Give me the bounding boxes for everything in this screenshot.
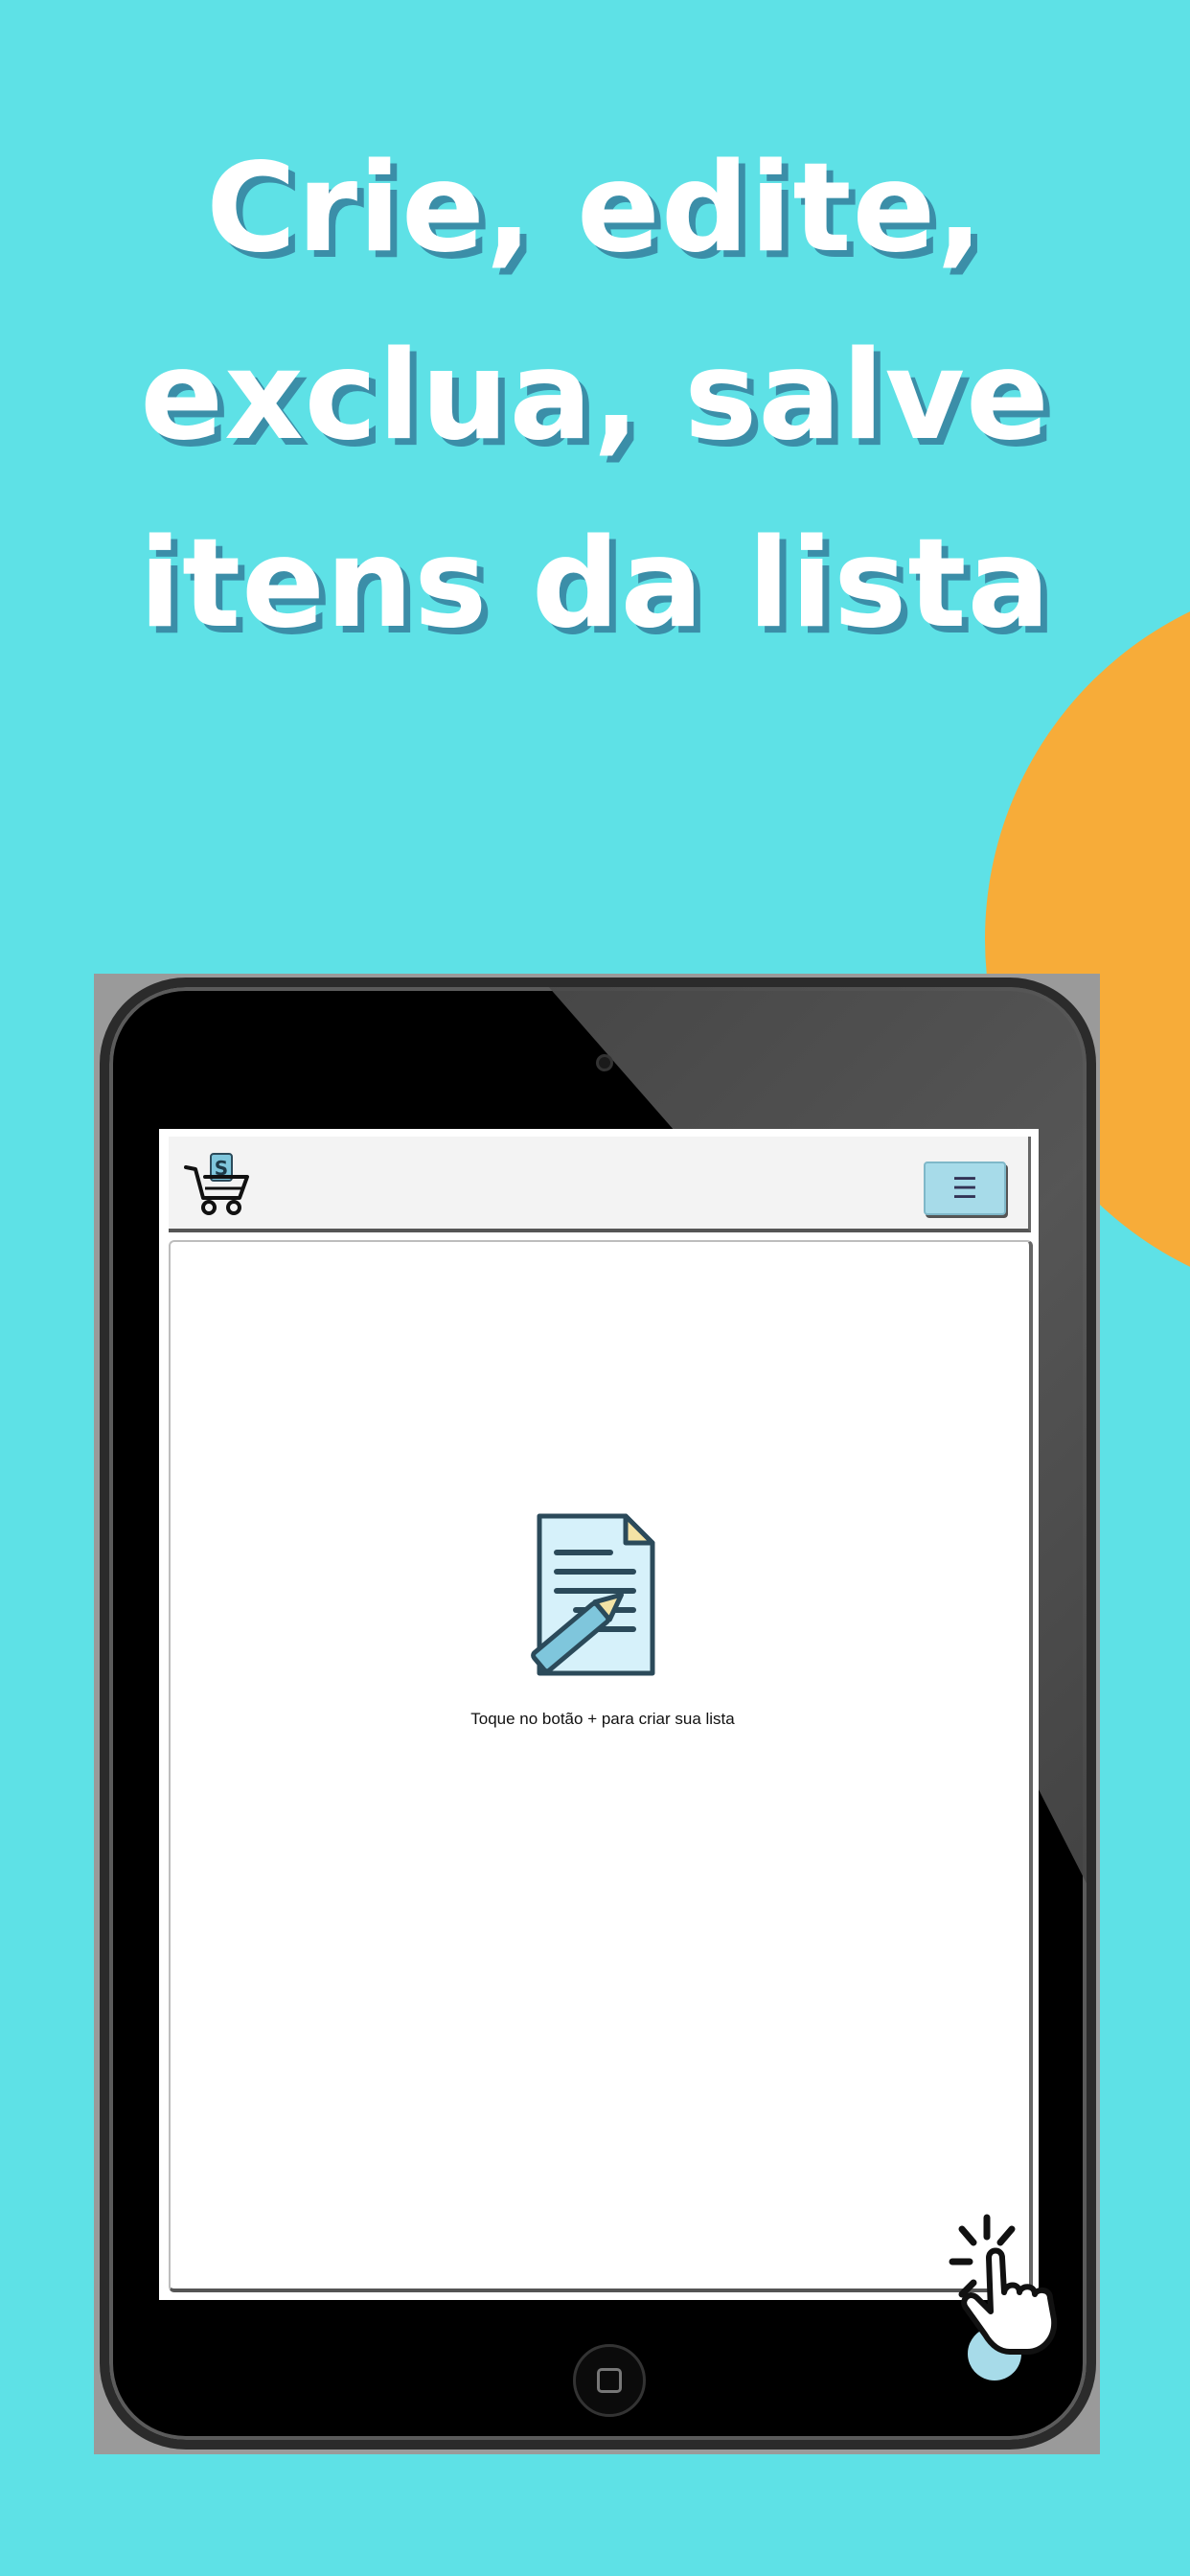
camera-icon: [596, 1054, 613, 1071]
list-content-area: Toque no botão + para criar sua lista: [169, 1240, 1033, 2380]
tablet-screen: S ☰ Toque no botão + para criar sua list…: [159, 1129, 1039, 2380]
document-pencil-icon: [531, 1513, 655, 1676]
hamburger-menu-button[interactable]: ☰: [924, 1162, 1006, 1215]
app-header: S ☰: [169, 1137, 1031, 1232]
tap-hand-icon: [949, 2214, 1058, 2355]
promo-page: Crie, edite, exclua, salve itens da list…: [0, 0, 1190, 2576]
hamburger-menu-icon: ☰: [951, 1171, 978, 1206]
headline: Crie, edite, exclua, salve itens da list…: [0, 115, 1190, 678]
empty-list-message: Toque no botão + para criar sua lista: [470, 1710, 735, 1728]
headline-line-3: itens da lista: [139, 513, 1051, 656]
home-button[interactable]: [573, 2344, 646, 2417]
shopping-cart-logo-icon[interactable]: S: [182, 1148, 255, 1221]
headline-line-2: exclua, salve: [140, 325, 1050, 468]
headline-line-1: Crie, edite,: [206, 137, 984, 280]
home-square-icon: [597, 2368, 622, 2393]
